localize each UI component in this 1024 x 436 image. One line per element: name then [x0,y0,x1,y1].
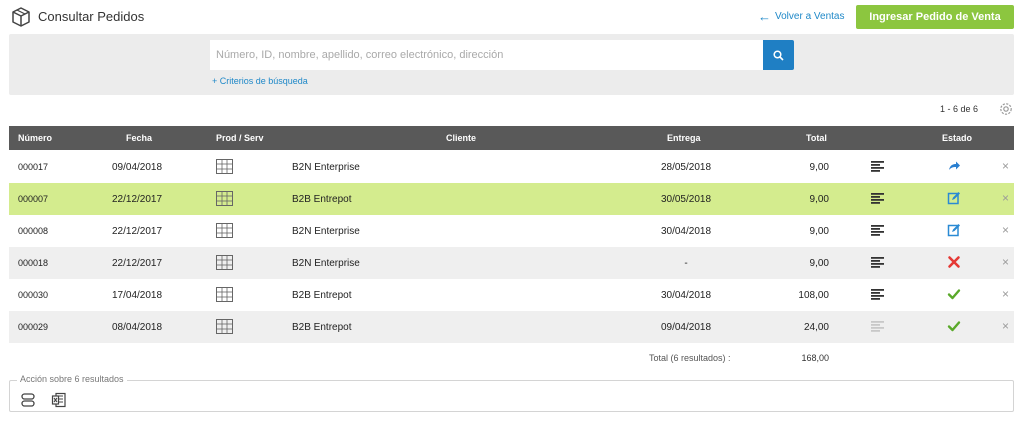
order-total: 24,00 [803,322,829,333]
column-client[interactable]: Cliente [446,133,476,143]
delivery-date: 09/04/2018 [660,322,712,333]
check-icon[interactable] [947,287,961,301]
order-number[interactable]: 000008 [18,226,48,236]
order-date: 22/12/2017 [112,226,163,237]
delivery-date: - [684,258,688,269]
column-products[interactable]: Prod / Serv [216,133,264,143]
detail-lines-icon[interactable] [871,161,884,172]
detail-lines-icon[interactable] [871,321,884,332]
client-name: B2B Entrepot [292,194,352,205]
order-number[interactable]: 000029 [18,322,48,332]
grid-icon[interactable] [216,159,233,174]
client-name: B2N Enterprise [292,162,360,173]
search-button[interactable] [763,40,794,70]
edit-icon[interactable] [947,223,961,237]
delete-icon[interactable]: × [1002,320,1009,332]
table-header: Número Fecha Prod / Serv Cliente Entrega… [9,126,1014,150]
order-total: 9,00 [809,258,829,269]
column-date[interactable]: Fecha [126,133,152,143]
grid-icon[interactable] [216,191,233,206]
box-icon [12,7,30,27]
client-name: B2N Enterprise [292,258,360,269]
search-icon [773,49,784,61]
order-date: 17/04/2018 [112,290,163,301]
table-row[interactable]: 000018 22/12/2017 B2N Enterprise - 9,00 × [9,247,1014,279]
delete-icon[interactable]: × [1002,224,1009,236]
detail-lines-icon[interactable] [871,193,884,204]
back-to-sales-link[interactable]: ← Volver a Ventas [758,8,845,24]
grid-icon[interactable] [216,319,233,334]
order-date: 08/04/2018 [112,322,163,333]
delivery-date: 28/05/2018 [660,162,712,173]
client-name: B2B Entrepot [292,322,352,333]
pagination-info: 1 - 6 de 6 [940,104,979,114]
order-total: 9,00 [809,226,829,237]
delivery-date: 30/05/2018 [660,194,712,205]
server-list-icon[interactable] [20,392,36,408]
table-row[interactable]: 000008 22/12/2017 B2N Enterprise 30/04/2018… [9,215,1014,247]
back-link-label: Volver a Ventas [775,11,845,22]
order-total: 9,00 [809,162,829,173]
column-delivery[interactable]: Entrega [667,133,701,143]
delivery-date: 30/04/2018 [660,290,712,301]
gear-icon[interactable] [998,101,1014,117]
delivery-date: 30/04/2018 [660,226,712,237]
order-date: 22/12/2017 [112,258,163,269]
search-criteria-link[interactable]: + Criterios de búsqueda [212,76,308,86]
delete-icon[interactable]: × [1002,288,1009,300]
total-value: 168,00 [801,353,829,363]
page-title: Consultar Pedidos [38,9,145,24]
arrow-share-icon[interactable] [947,159,961,173]
delete-icon[interactable]: × [1002,160,1009,172]
client-name: B2B Entrepot [292,290,352,301]
grid-icon[interactable] [216,223,233,238]
search-input[interactable] [210,40,763,70]
order-total: 108,00 [798,290,829,301]
column-number[interactable]: Número [18,133,52,143]
client-name: B2N Enterprise [292,226,360,237]
grid-icon[interactable] [216,255,233,270]
table-row[interactable]: 000007 22/12/2017 B2B Entrepot 30/05/2018 9,… [9,183,1014,215]
table-row[interactable]: 000017 09/04/2018 B2N Enterprise 28/05/2018… [9,151,1014,183]
check-icon[interactable] [947,319,961,333]
delete-icon[interactable]: × [1002,192,1009,204]
order-number[interactable]: 000017 [18,162,48,172]
column-status[interactable]: Estado [942,133,972,143]
edit-icon[interactable] [947,191,961,205]
delete-icon[interactable]: × [1002,256,1009,268]
table-row[interactable]: 000029 08/04/2018 B2B Entrepot 09/04/2018 24… [9,311,1014,343]
close-red-icon[interactable] [947,255,961,269]
order-date: 22/12/2017 [112,194,163,205]
bulk-actions-legend: Acción sobre 6 resultados [17,374,127,384]
order-number[interactable]: 000007 [18,194,48,204]
grid-icon[interactable] [216,287,233,302]
column-total[interactable]: Total [806,133,827,143]
order-total: 9,00 [809,194,829,205]
total-label: Total (6 resultados) : [649,353,731,363]
new-sales-order-button[interactable]: Ingresar Pedido de Venta [856,5,1014,29]
search-panel: + Criterios de búsqueda [9,34,1014,95]
detail-lines-icon[interactable] [871,225,884,236]
bulk-actions-panel [9,380,1014,412]
detail-lines-icon[interactable] [871,257,884,268]
detail-lines-icon[interactable] [871,289,884,300]
arrow-left-icon: ← [758,8,771,24]
order-number[interactable]: 000030 [18,290,48,300]
export-excel-icon[interactable] [51,392,67,408]
order-date: 09/04/2018 [112,162,163,173]
table-row[interactable]: 000030 17/04/2018 B2B Entrepot 30/04/2018 10… [9,279,1014,311]
order-number[interactable]: 000018 [18,258,48,268]
